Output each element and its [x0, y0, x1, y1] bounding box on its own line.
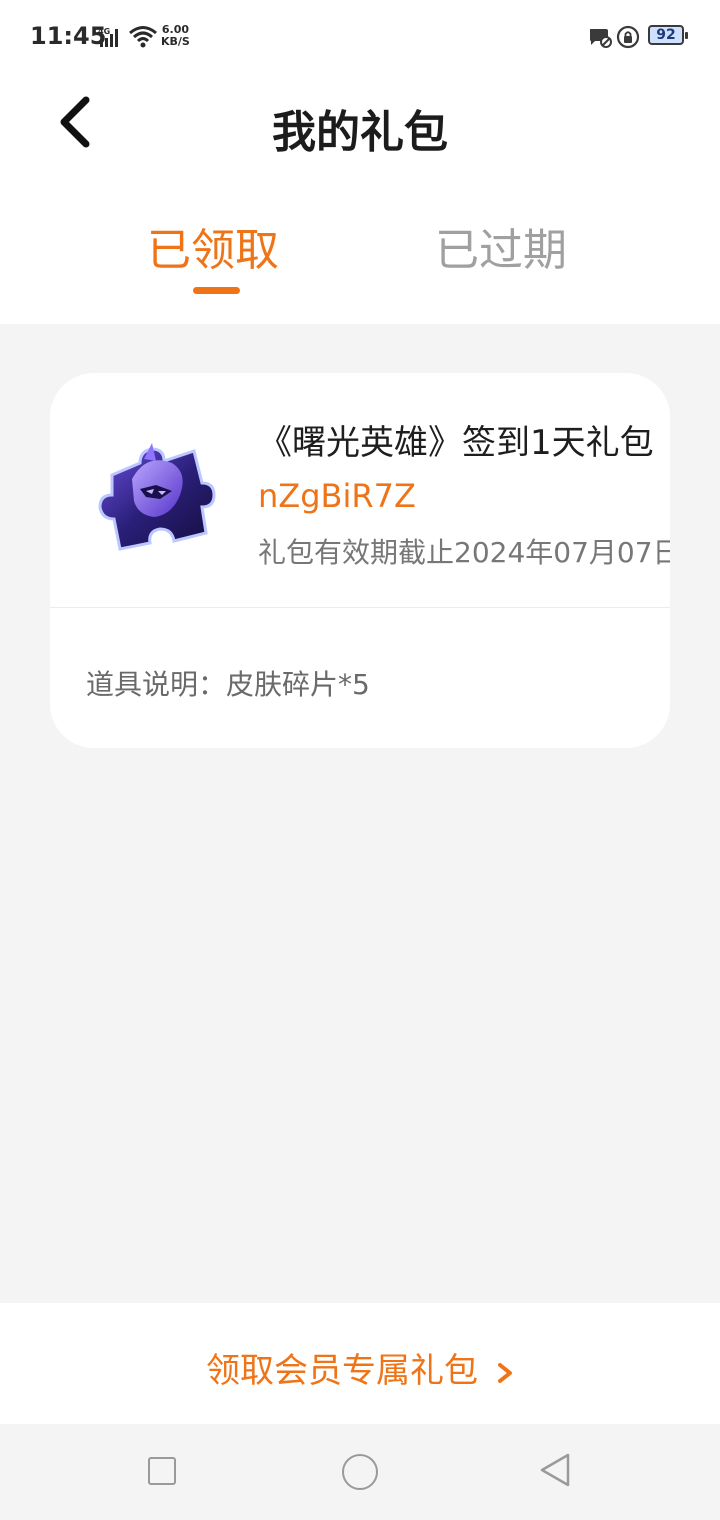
gift-description: 道具说明：皮肤碎片*5: [86, 668, 370, 701]
back-icon[interactable]: [538, 1452, 572, 1488]
page-title: 我的礼包: [272, 107, 448, 158]
bottom-bar: 领取会员专属礼包: [0, 1303, 720, 1424]
vip-gift-label: 领取会员专属礼包: [206, 1351, 478, 1391]
header: 我的礼包 已领取 已过期: [0, 74, 720, 324]
tab-expired[interactable]: 已过期: [435, 214, 567, 278]
puzzle-hero-icon: [98, 443, 216, 551]
gift-expiry: 礼包有效期截止2024年07月07日: [258, 536, 670, 569]
battery-icon: 92: [648, 25, 688, 45]
network-speed: 6.00 KB/S: [161, 24, 190, 48]
system-nav-bar: [0, 1424, 720, 1520]
tab-received[interactable]: 已领取: [147, 214, 279, 278]
status-time: 11:45: [30, 22, 107, 50]
active-tab-indicator: [193, 287, 240, 294]
home-icon[interactable]: [342, 1454, 378, 1490]
recent-apps-icon[interactable]: [148, 1457, 176, 1485]
wifi-icon: [129, 26, 157, 48]
status-bar: 11:45 4G 6.00 KB/S 92: [0, 0, 720, 74]
svg-text:4G: 4G: [98, 27, 110, 36]
chevron-right-icon: [498, 1362, 512, 1383]
divider: [50, 607, 670, 608]
signal-icon: 4G: [98, 27, 118, 47]
message-icon: [590, 29, 612, 48]
rotation-lock-icon: [616, 25, 640, 49]
gift-card[interactable]: 《曙光英雄》签到1天礼包 nZgBiR7Z 礼包有效期截止2024年07月07日…: [50, 373, 670, 748]
gift-code[interactable]: nZgBiR7Z: [258, 477, 416, 515]
vip-gift-link[interactable]: 领取会员专属礼包: [0, 1343, 720, 1392]
gift-name: 《曙光英雄》签到1天礼包: [258, 423, 654, 463]
speed-unit: KB/S: [161, 35, 190, 48]
